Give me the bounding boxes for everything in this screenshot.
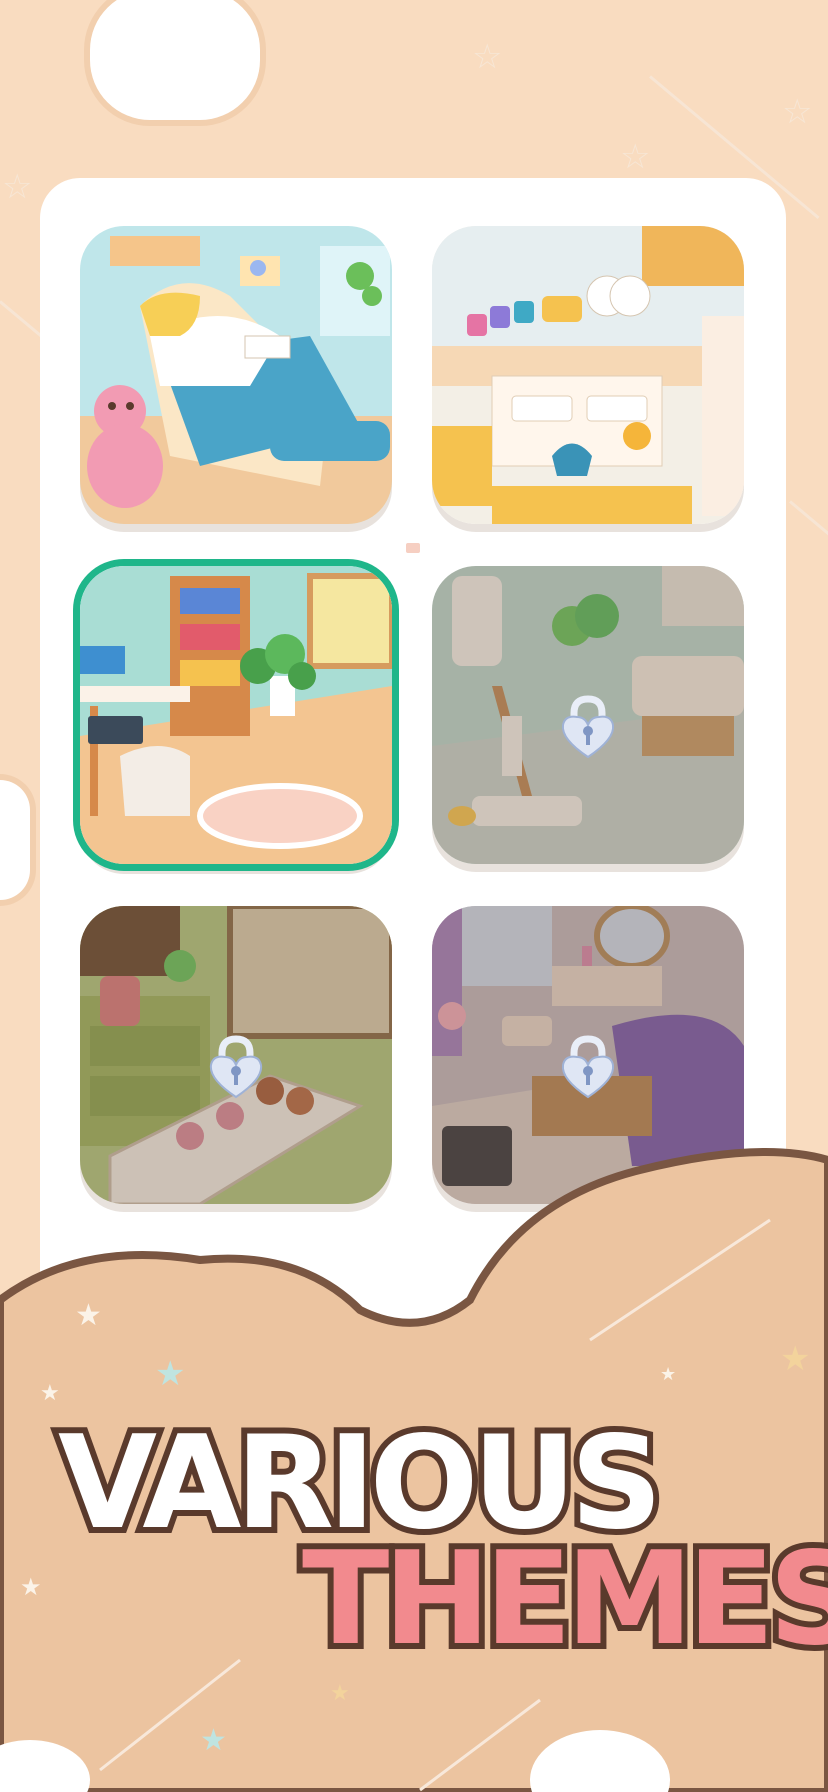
svg-text:★: ★	[75, 1298, 102, 1333]
svg-text:★: ★	[200, 1723, 227, 1758]
theme-tile-kitchen[interactable]	[432, 226, 744, 524]
padlock-heart-icon	[561, 695, 615, 759]
star-icon: ☆	[620, 137, 651, 177]
star-icon: ☆	[472, 37, 503, 77]
svg-text:★: ★	[660, 1364, 676, 1385]
theme-grid	[80, 226, 746, 1204]
cloud-icon	[0, 780, 30, 900]
svg-text:★: ★	[155, 1354, 185, 1394]
headline-themes: THEMES	[296, 1525, 828, 1674]
bedroom-scene-image	[80, 226, 392, 524]
padlock-heart-icon	[561, 1035, 615, 1099]
study-scene-image	[80, 566, 392, 864]
svg-text:★: ★	[780, 1339, 810, 1379]
cloud-icon	[90, 0, 260, 120]
decor-line	[789, 500, 828, 542]
kitchen-scene-image	[432, 226, 744, 524]
headline: VARIOUS THEMES	[0, 1414, 828, 1680]
decor-dot	[406, 543, 420, 553]
theme-tile-bathroom[interactable]	[432, 566, 744, 864]
svg-text:★: ★	[330, 1681, 350, 1706]
star-icon: ☆	[2, 167, 33, 207]
theme-tile-bedroom[interactable]	[80, 226, 392, 524]
padlock-heart-icon	[209, 1035, 263, 1099]
theme-tile-study[interactable]	[80, 566, 392, 864]
svg-text:★: ★	[40, 1381, 60, 1406]
star-icon: ☆	[782, 92, 813, 132]
